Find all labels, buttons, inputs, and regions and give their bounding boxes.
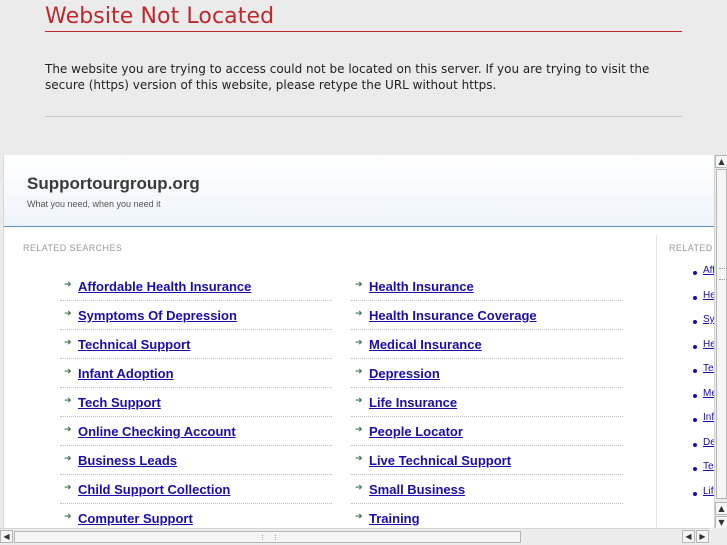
bullet-icon (693, 320, 697, 324)
related-search-item: ➜ Health Insurance (351, 272, 623, 301)
right-arrow-icon: ➜ (64, 454, 72, 464)
related-search-item: ➜ Child Support Collection (60, 475, 332, 504)
related-search-link[interactable]: Medical Insurance (369, 337, 482, 352)
right-arrow-icon: ➜ (355, 309, 363, 319)
right-arrow-icon: ➜ (355, 512, 363, 522)
related-search-link[interactable]: Online Checking Account (78, 424, 236, 439)
scroll-up-icon[interactable]: ▲ (715, 155, 727, 168)
grip-icon (262, 535, 276, 540)
related-searches-right-column: ➜ Health Insurance ➜ Health Insurance Cover… (351, 272, 623, 533)
horizontal-scroll-thumb[interactable] (14, 531, 521, 543)
related-search-link[interactable]: Depression (369, 366, 440, 381)
right-arrow-icon: ➜ (64, 309, 72, 319)
error-message: The website you are trying to access cou… (45, 62, 650, 92)
parked-page-frame: Supportourgroup.org What you need, when … (3, 155, 727, 545)
error-bottom-divider (45, 116, 682, 117)
related-search-item: ➜ Life Insurance (351, 388, 623, 417)
horizontal-scrollbar[interactable]: ◀ ◀ ▶ (0, 528, 710, 545)
related-search-link[interactable]: Symptoms Of Depression (78, 308, 237, 323)
right-arrow-icon: ➜ (64, 483, 72, 493)
related-searches-left-column: ➜ Affordable Health Insurance ➜ Symptoms Of… (60, 272, 332, 533)
related-search-link[interactable]: People Locator (369, 424, 463, 439)
related-search-link[interactable]: Computer Support (78, 511, 193, 526)
right-arrow-icon: ➜ (355, 483, 363, 493)
related-search-item: ➜ Affordable Health Insurance (60, 272, 332, 301)
error-title: Website Not Located (45, 4, 275, 29)
right-arrow-icon: ➜ (355, 454, 363, 464)
related-search-item: ➜ Health Insurance Coverage (351, 301, 623, 330)
related-search-item: ➜ Small Business (351, 475, 623, 504)
sidebar-related-link[interactable]: Sy (703, 314, 715, 325)
related-search-item: ➜ Online Checking Account (60, 417, 332, 446)
related-search-item: ➜ Symptoms Of Depression (60, 301, 332, 330)
related-search-item: ➜ Business Leads (60, 446, 332, 475)
grip-icon (719, 268, 725, 280)
related-search-link[interactable]: Small Business (369, 482, 465, 497)
related-search-link[interactable]: Business Leads (78, 453, 177, 468)
right-arrow-icon: ➜ (355, 396, 363, 406)
related-search-link[interactable]: Live Technical Support (369, 453, 511, 468)
right-arrow-icon: ➜ (64, 425, 72, 435)
scroll-up-icon[interactable]: ▲ (715, 502, 727, 515)
related-search-item: ➜ People Locator (351, 417, 623, 446)
bullet-icon (693, 344, 697, 349)
right-arrow-icon: ➜ (64, 338, 72, 348)
bullet-icon (693, 442, 697, 447)
related-search-item: ➜ Technical Support (60, 330, 332, 359)
related-search-link[interactable]: Life Insurance (369, 395, 457, 410)
right-arrow-icon: ➜ (355, 338, 363, 348)
scrollbar-corner (710, 528, 727, 545)
related-sidebar: RELATED AffoHeSyHeTecMeInfaDeTecLife (656, 235, 716, 545)
related-search-link[interactable]: Health Insurance Coverage (369, 308, 537, 323)
bullet-icon (693, 271, 697, 275)
bullet-icon (693, 467, 697, 471)
related-search-item: ➜ Depression (351, 359, 623, 388)
site-tagline: What you need, when you need it (27, 199, 161, 209)
related-search-item: ➜ Tech Support (60, 388, 332, 417)
related-search-item: ➜ Live Technical Support (351, 446, 623, 475)
related-searches-heading: RELATED SEARCHES (23, 243, 123, 253)
error-panel: Website Not Located The website you are … (0, 0, 727, 155)
site-title: Supportourgroup.org (27, 174, 200, 193)
right-arrow-icon: ➜ (64, 367, 72, 377)
related-search-item: ➜ Infant Adoption (60, 359, 332, 388)
bullet-icon (693, 491, 697, 496)
bullet-icon (693, 369, 697, 373)
vertical-scroll-thumb[interactable] (716, 169, 727, 499)
bullet-icon (693, 295, 697, 300)
right-arrow-icon: ➜ (64, 280, 72, 290)
bullet-icon (693, 418, 697, 422)
related-search-link[interactable]: Affordable Health Insurance (78, 279, 251, 294)
related-search-link[interactable]: Health Insurance (369, 279, 474, 294)
related-search-link[interactable]: Technical Support (78, 337, 190, 352)
site-header: Supportourgroup.org What you need, when … (4, 155, 714, 227)
scroll-left-icon[interactable]: ◀ (0, 530, 13, 543)
scroll-right-icon[interactable]: ▶ (696, 530, 709, 543)
related-search-link[interactable]: Child Support Collection (78, 482, 230, 497)
right-arrow-icon: ➜ (355, 425, 363, 435)
related-search-link[interactable]: Infant Adoption (78, 366, 174, 381)
sidebar-heading: RELATED (669, 243, 713, 253)
right-arrow-icon: ➜ (355, 280, 363, 290)
bullet-icon (693, 393, 697, 398)
right-arrow-icon: ➜ (355, 367, 363, 377)
related-search-item: ➜ Medical Insurance (351, 330, 623, 359)
related-search-link[interactable]: Training (369, 511, 420, 526)
right-arrow-icon: ➜ (64, 396, 72, 406)
right-arrow-icon: ➜ (64, 512, 72, 522)
vertical-scrollbar[interactable]: ▲ ▲ ▼ (714, 155, 727, 530)
related-search-link[interactable]: Tech Support (78, 395, 161, 410)
error-title-divider (45, 31, 682, 32)
scroll-left-icon[interactable]: ◀ (682, 530, 695, 543)
